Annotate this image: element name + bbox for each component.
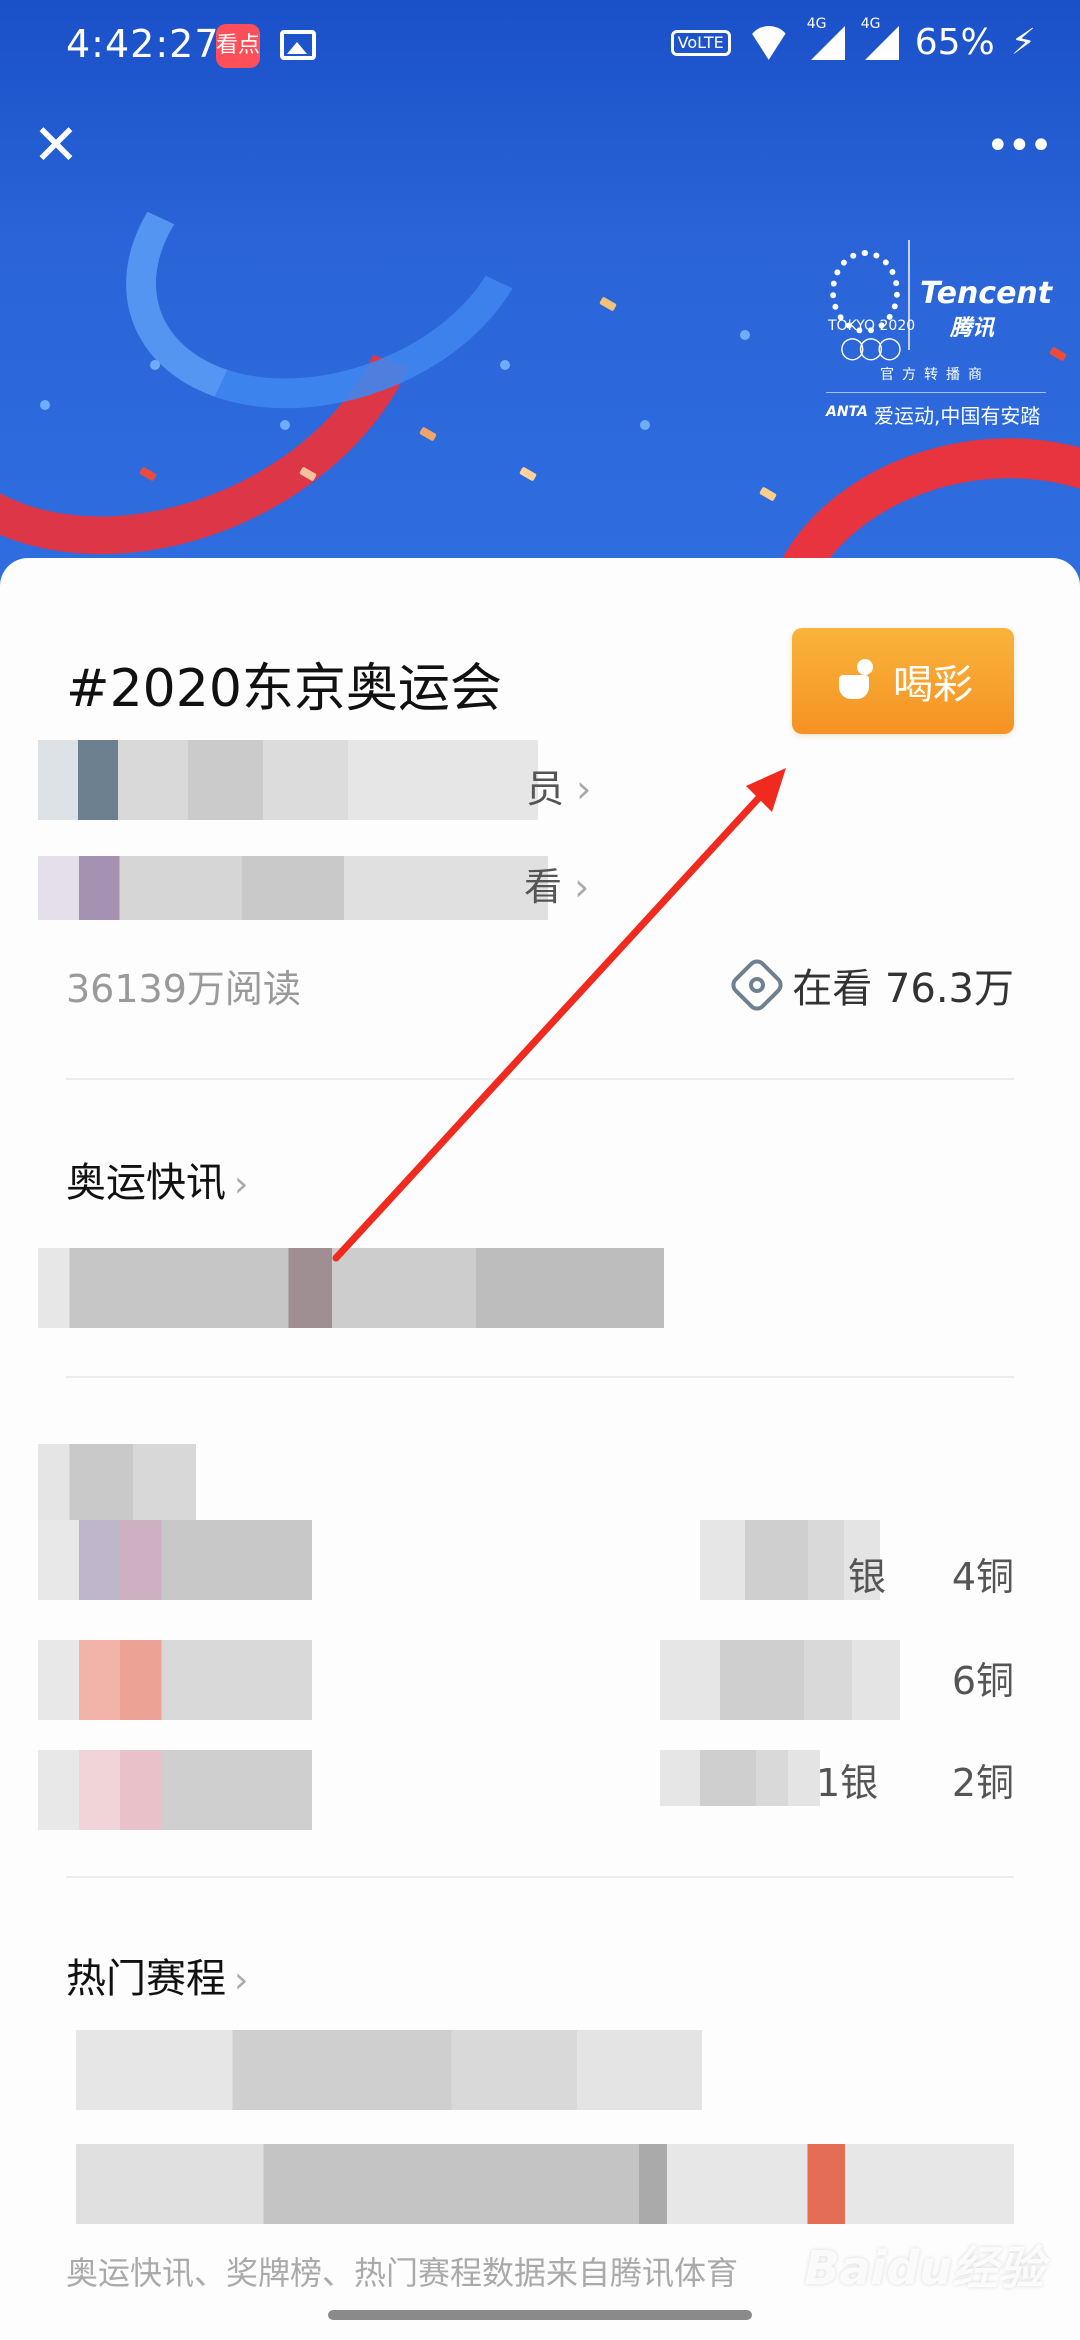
bubble bbox=[640, 420, 650, 430]
baidu-watermark: Baidu经验 bbox=[804, 2241, 1044, 2295]
schedule-section-title[interactable]: 热门赛程 › bbox=[66, 1946, 248, 2004]
app-notification-icon: 看点 bbox=[216, 24, 260, 68]
topic-card: #2020东京奥运会 喝彩 员 › 看 › 36139万阅读 在看 76.3万 … bbox=[0, 558, 1080, 2340]
confetti bbox=[759, 486, 777, 502]
blurred-medal-gold bbox=[660, 1640, 900, 1720]
cheer-icon bbox=[833, 659, 877, 703]
confetti bbox=[1049, 346, 1067, 362]
blurred-medal-country[interactable] bbox=[38, 1750, 312, 1830]
status-time: 4:42:27 bbox=[66, 22, 220, 66]
watching-count: 在看 76.3万 bbox=[727, 955, 1014, 1015]
tencent-cn-logo: 腾讯 bbox=[950, 316, 995, 341]
medal-bronze: 6铜 bbox=[951, 1659, 1014, 1703]
read-count: 36139万阅读 bbox=[66, 967, 301, 1011]
bubble bbox=[500, 360, 510, 370]
bubble bbox=[280, 420, 290, 430]
logo-divider bbox=[908, 240, 910, 350]
news-section-title[interactable]: 奥运快讯 › bbox=[66, 1150, 248, 1208]
divider bbox=[66, 1078, 1014, 1080]
wifi-icon bbox=[747, 26, 791, 60]
host-line-suffix: 员 › bbox=[526, 767, 592, 811]
status-bar: 4:42:27 看点 VoLTE 4G 4G 65% ⚡ bbox=[0, 0, 1080, 90]
more-icon[interactable]: ••• bbox=[986, 118, 1053, 174]
volte-icon: VoLTE bbox=[670, 29, 731, 56]
watching-icon bbox=[727, 955, 787, 1015]
blurred-medal-header bbox=[38, 1444, 196, 1524]
anta-slogan: 爱运动,中国有安踏 bbox=[874, 404, 1041, 428]
blurred-news-item[interactable] bbox=[38, 1248, 664, 1328]
tencent-logo: Tencent bbox=[920, 276, 1053, 311]
medal-silver-partial: 银 bbox=[848, 1555, 887, 1599]
medal-silver: 1银 bbox=[816, 1761, 879, 1805]
blurred-participants-line[interactable] bbox=[38, 856, 548, 920]
home-indicator[interactable] bbox=[328, 2310, 752, 2320]
bubble bbox=[40, 400, 50, 410]
confetti bbox=[519, 466, 537, 482]
data-source-note: 奥运快讯、奖牌榜、热门赛程数据来自腾讯体育 bbox=[66, 2254, 739, 2292]
bubble bbox=[150, 360, 160, 370]
topic-title: #2020东京奥运会 bbox=[66, 659, 502, 719]
medal-bronze: 4铜 bbox=[951, 1555, 1014, 1599]
divider bbox=[66, 1876, 1014, 1878]
blurred-schedule-item[interactable] bbox=[76, 2144, 1014, 2224]
tokyo-2020-text: TOKYO 2020 bbox=[828, 318, 916, 334]
signal-icon: 4G bbox=[861, 16, 899, 60]
bolt-icon: ⚡ bbox=[1010, 22, 1036, 63]
blurred-schedule-item[interactable] bbox=[76, 2030, 702, 2110]
blurred-medal-country[interactable] bbox=[38, 1640, 312, 1720]
olympic-rings-icon: ◯◯◯ bbox=[840, 336, 902, 361]
participants-line-suffix: 看 › bbox=[524, 865, 590, 909]
official-broadcaster-text: 官方转播商 bbox=[880, 367, 990, 383]
divider bbox=[66, 1376, 1014, 1378]
banner: 4:42:27 看点 VoLTE 4G 4G 65% ⚡ ✕ ••• TOKYO… bbox=[0, 0, 1080, 600]
battery-level: 65% bbox=[914, 22, 995, 63]
blurred-medal-gold bbox=[660, 1750, 820, 1806]
status-icons: VoLTE 4G 4G 65% ⚡ bbox=[670, 16, 1036, 63]
medal-bronze: 2铜 bbox=[951, 1761, 1014, 1805]
signal-icon: 4G bbox=[807, 16, 845, 60]
close-icon[interactable]: ✕ bbox=[28, 118, 84, 174]
image-notification-icon bbox=[280, 30, 316, 60]
confetti bbox=[599, 296, 617, 312]
anta-logo: ANTA bbox=[826, 404, 868, 420]
cheer-label: 喝彩 bbox=[893, 662, 973, 708]
blurred-medal-country[interactable] bbox=[38, 1520, 312, 1600]
blurred-host-line[interactable] bbox=[38, 740, 538, 820]
cheer-button[interactable]: 喝彩 bbox=[792, 628, 1014, 734]
logo-divider bbox=[826, 392, 1046, 393]
bubble bbox=[740, 330, 750, 340]
confetti bbox=[419, 426, 437, 442]
